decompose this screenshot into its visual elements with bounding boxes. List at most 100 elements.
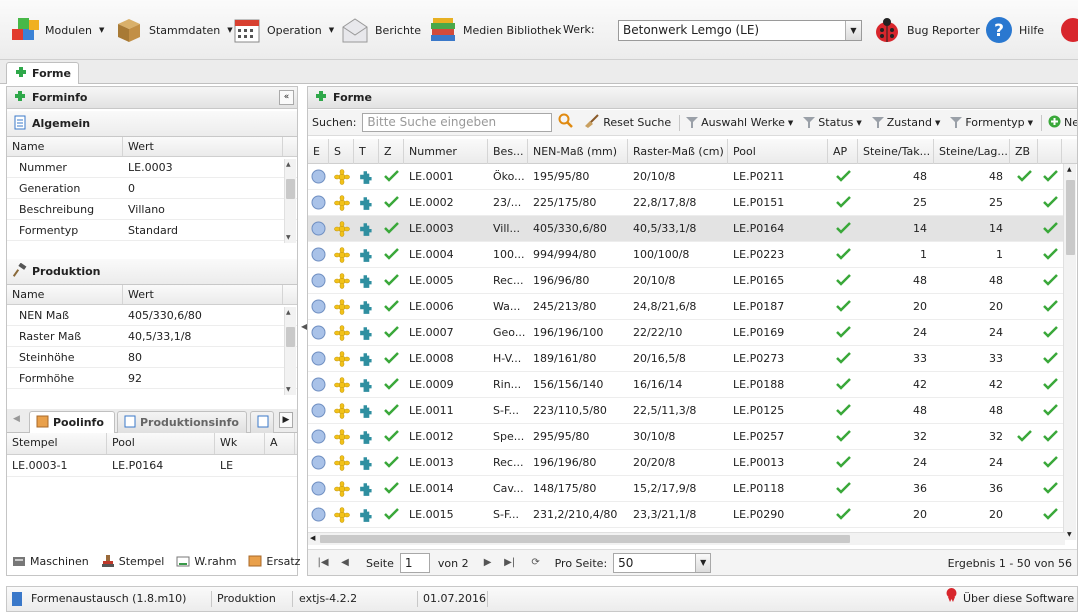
tab-forme[interactable]: Forme [6,62,79,84]
operation-menu[interactable]: Operation ▼ [232,14,334,46]
column-header-extra2[interactable] [1062,139,1077,164]
col-stempel[interactable]: Stempel [7,433,107,454]
algemein-scrollbar[interactable]: ▲ ▼ [284,159,296,243]
logout-button[interactable] [1058,14,1078,46]
property-row[interactable]: Nummer LE.0003 [7,157,297,178]
reset-search-button[interactable]: Reset Suche [584,114,671,131]
collapse-panel-icon[interactable]: « [279,90,294,105]
chevron-down-icon[interactable]: ▼ [845,21,861,40]
scroll-up-icon[interactable]: ▲ [286,309,291,316]
column-header-s[interactable]: S [329,139,354,164]
refresh-icon[interactable]: ⟳ [527,554,545,572]
col-wert[interactable]: Wert [123,137,283,156]
prev-page-icon[interactable]: ◀ [336,554,354,572]
column-header-extra1[interactable] [1038,139,1062,164]
table-row[interactable]: LE.0006 Wa... 245/213/80 24,8/21,6/8 LE.P018… [308,294,1064,320]
property-row[interactable]: Formhöhe 92 [7,368,297,389]
bug-reporter-button[interactable]: Bug Reporter [872,14,980,46]
column-header-bes[interactable]: Bes... [488,139,528,164]
column-header-nen[interactable]: NEN-Maß (mm) [528,139,628,164]
next-page-icon[interactable]: ▶ [479,554,497,572]
property-row[interactable]: NEN Maß 405/330,6/80 [7,305,297,326]
stammdaten-menu[interactable]: Stammdaten ▼ [114,14,233,46]
pool-row[interactable]: LE.0003-1 LE.P0164 LE [7,455,297,477]
wrahm-button[interactable]: W.rahm [176,554,236,568]
modulen-menu[interactable]: Modulen ▼ [10,14,104,46]
table-row[interactable]: LE.0001 Öko... 195/95/80 20/10/8 LE.P0211 48 4… [308,164,1064,190]
about-button[interactable]: Über diese Software [945,587,1074,611]
filter-werke-button[interactable]: Auswahl Werke ▼ [686,116,793,129]
forme-grid-hscrollbar[interactable]: ◀ [308,532,1065,545]
col-name[interactable]: Name [7,137,123,156]
table-row[interactable]: LE.0014 Cav... 148/175/80 15,2/17,9/8 LE.P01… [308,476,1064,502]
scroll-down-icon[interactable]: ▼ [286,234,291,241]
stempel-button[interactable]: Stempel [101,554,164,568]
new-button[interactable]: Ne [1048,115,1077,131]
table-row[interactable]: LE.0008 H-V... 189/161/80 20/16,5/8 LE.P0273… [308,346,1064,372]
scroll-right-icon[interactable]: ▶ [279,412,293,428]
medien-bibliothek-button[interactable]: Medien Bibliothek [428,14,561,46]
table-row[interactable]: LE.0002 23/... 225/175/80 22,8/17,8/8 LE.P01… [308,190,1064,216]
per-page-select[interactable]: 50 ▼ [613,553,712,573]
column-header-pool[interactable]: Pool [728,139,828,164]
table-row[interactable]: LE.0004 100... 994/994/80 100/100/8 LE.P0223… [308,242,1064,268]
produktion-title: Produktion [32,265,101,278]
table-row[interactable]: LE.0011 S-F... 223/110,5/80 22,5/11,3/8 LE.P… [308,398,1064,424]
col-a[interactable]: A [265,433,295,454]
property-row[interactable]: Formentyp Standard [7,220,297,241]
scroll-up-icon[interactable]: ▲ [1067,166,1072,173]
column-header-raster[interactable]: Raster-Maß (cm) [628,139,728,164]
filter-zustand-button[interactable]: Zustand ▼ [871,116,940,129]
col-name[interactable]: Name [7,285,123,304]
search-input[interactable]: Bitte Suche eingeben [362,113,553,132]
scroll-down-icon[interactable]: ▼ [1067,531,1072,538]
page-input[interactable]: 1 [399,553,430,573]
chevron-down-icon[interactable]: ▼ [695,554,711,572]
column-header-t[interactable]: T [354,139,379,164]
col-pool[interactable]: Pool [107,433,215,454]
werk-select[interactable]: Betonwerk Lemgo (LE) ▼ [618,20,862,41]
property-row[interactable]: Generation 0 [7,178,297,199]
hilfe-button[interactable]: ? Hilfe [984,14,1044,46]
column-header-z[interactable]: Z [379,139,404,164]
column-header-e[interactable]: E [308,139,329,164]
scroll-up-icon[interactable]: ▲ [286,161,291,168]
property-row[interactable]: Beschreibung Villano [7,199,297,220]
produktion-scrollbar[interactable]: ▲ ▼ [284,307,296,395]
column-header-steine-lage[interactable]: Steine/Lag... [934,139,1010,164]
table-row[interactable]: LE.0013 Rec... 196/196/80 20/20/8 LE.P0013 24… [308,450,1064,476]
table-row[interactable]: LE.0007 Geo... 196/196/100 22/22/10 LE.P0169… [308,320,1064,346]
berichte-button[interactable]: Berichte [340,14,421,46]
puzzle-icon [354,398,379,424]
table-row[interactable]: LE.0012 Spe... 295/95/80 30/10/8 LE.P0257 32 3… [308,424,1064,450]
column-header-nummer[interactable]: Nummer [404,139,488,164]
last-page-icon[interactable]: ▶| [501,554,519,572]
table-row[interactable]: LE.0003 Vill... 405/330,6/80 40,5/33,1/8 LE.… [308,216,1064,242]
cell-nen: 231,2/210,4/80 [533,508,618,521]
scroll-left-icon[interactable]: ◀ [310,534,315,542]
col-wk[interactable]: Wk [215,433,265,454]
property-row[interactable]: Raster Maß 40,5/33,1/8 [7,326,297,347]
column-header-ap[interactable]: AP [828,139,858,164]
filter-status-button[interactable]: Status ▼ [803,116,862,129]
table-row[interactable]: LE.0005 Rec... 196/96/80 20/10/8 LE.P0165 48 4… [308,268,1064,294]
table-row[interactable]: LE.0009 Rin... 156/156/140 16/16/14 LE.P0188… [308,372,1064,398]
forme-grid-scrollbar[interactable]: ▲ ▼ [1063,164,1076,540]
property-row[interactable]: Steinhöhe 80 [7,347,297,368]
tab-more[interactable] [250,411,274,433]
first-page-icon[interactable]: |◀ [314,554,332,572]
column-header-steine-takt[interactable]: Steine/Tak... [858,139,934,164]
filter-formentyp-button[interactable]: Formentyp ▼ [950,116,1033,129]
ersatz-button[interactable]: Ersatz [248,554,300,568]
tab-poolinfo[interactable]: Poolinfo [29,411,115,433]
scroll-left-icon[interactable]: ◀ [13,414,20,424]
col-wert[interactable]: Wert [123,285,283,304]
scroll-down-icon[interactable]: ▼ [286,386,291,393]
maschinen-button[interactable]: Maschinen [12,554,89,568]
panel-splitter[interactable]: ◀ [300,86,307,576]
search-icon[interactable] [558,113,574,132]
column-header-zb[interactable]: ZB [1010,139,1038,164]
property-value: 0 [128,181,135,195]
table-row[interactable]: LE.0015 S-F... 231,2/210,4/80 23,3/21,1/8 LE… [308,502,1064,528]
tab-produktionsinfo[interactable]: Produktionsinfo [117,411,247,433]
